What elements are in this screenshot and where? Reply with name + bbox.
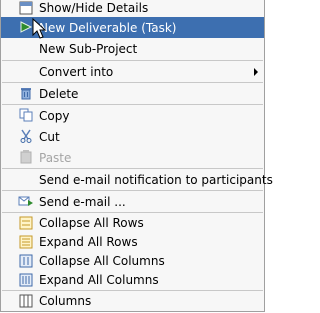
email-send-icon [18, 193, 34, 209]
menu-item-show-hide-details[interactable]: Show/Hide Details [1, 0, 264, 16]
menu-item-send-email[interactable]: Send e-mail ... [1, 191, 264, 212]
panel-toggle-icon [18, 0, 34, 16]
expand-rows-icon [18, 234, 34, 250]
paste-icon [18, 149, 34, 165]
collapse-rows-icon [18, 215, 34, 231]
menu-item-label: Delete [39, 86, 79, 101]
menu-item-label: Copy [39, 108, 70, 123]
menu-item-label: Send e-mail notification to participants [39, 172, 273, 187]
collapse-columns-icon [18, 253, 34, 269]
copy-icon [18, 107, 34, 123]
submenu-arrow-icon [254, 67, 258, 76]
menu-item-collapse-all-columns[interactable]: Collapse All Columns [1, 251, 264, 270]
menu-item-collapse-all-rows[interactable]: Collapse All Rows [1, 213, 264, 232]
menu-item-convert-into[interactable]: Convert into [1, 61, 264, 82]
menu-item-label: Columns [39, 294, 92, 308]
menu-item-label: Send e-mail ... [39, 194, 126, 209]
menu-item-expand-all-rows[interactable]: Expand All Rows [1, 232, 264, 251]
menu-item-label: Expand All Rows [39, 234, 138, 249]
menu-item-new-sub-project[interactable]: New Sub-Project [1, 38, 264, 60]
menu-item-cut[interactable]: Cut [1, 126, 264, 147]
expand-columns-icon [18, 272, 34, 288]
menu-item-copy[interactable]: Copy [1, 105, 264, 126]
columns-icon [18, 293, 34, 309]
menu-item-send-email-notification[interactable]: Send e-mail notification to participants [1, 169, 273, 190]
menu-item-label: Show/Hide Details [39, 1, 149, 15]
menu-item-label: Convert into [39, 64, 114, 79]
menu-item-paste[interactable]: Paste [1, 147, 264, 168]
context-menu: Show/Hide Details New Deliverable (Task)… [0, 0, 273, 312]
menu-item-label: New Sub-Project [39, 42, 138, 56]
menu-item-label: Paste [39, 150, 72, 165]
menu-item-label: New Deliverable (Task) [39, 20, 177, 35]
menu-item-columns[interactable]: Columns [1, 291, 264, 311]
menu-item-label: Expand All Columns [39, 272, 159, 287]
menu-item-delete[interactable]: Delete [1, 83, 264, 104]
scissors-icon [18, 128, 34, 144]
menu-item-label: Cut [39, 129, 60, 144]
trash-icon [18, 85, 34, 101]
mouse-pointer-icon [32, 18, 47, 39]
menu-item-expand-all-columns[interactable]: Expand All Columns [1, 270, 264, 289]
menu-item-label: Collapse All Columns [39, 253, 165, 268]
menu-item-label: Collapse All Rows [39, 215, 144, 230]
